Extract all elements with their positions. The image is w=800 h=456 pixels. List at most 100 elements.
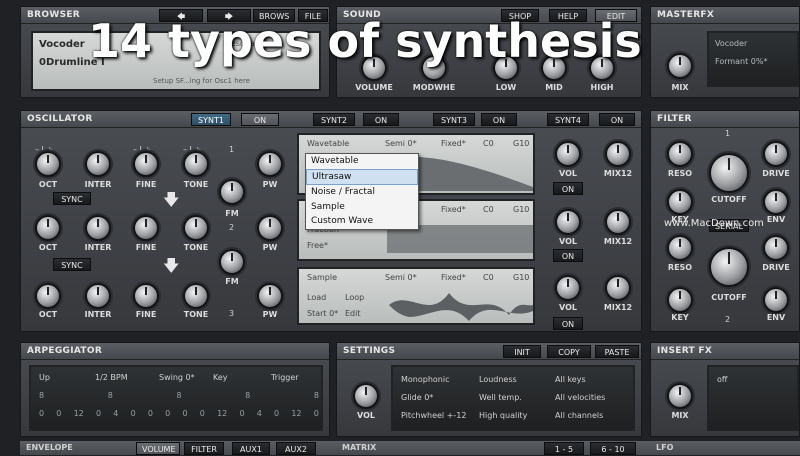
osc2-inter-knob[interactable] — [85, 215, 111, 241]
synth3-vol-knob[interactable] — [555, 275, 581, 301]
osc1-inter-knob[interactable] — [85, 151, 111, 177]
synth3-mix-knob[interactable] — [605, 275, 631, 301]
osc3-display[interactable]: Sample Semi 0* Fixed* C0 G10 Load Loop S… — [297, 267, 535, 325]
osc2-pw-knob[interactable] — [257, 215, 283, 241]
synth1-mix-knob[interactable] — [605, 141, 631, 167]
setting-loudness[interactable]: Loudness — [479, 375, 517, 384]
synth3-on-button[interactable]: ON — [481, 113, 517, 126]
arpeggiator-panel: ARPEGGIATOR Up 1/2 BPM Swing 0* Key Trig… — [20, 342, 330, 437]
tab-synth2[interactable]: SYNT2 — [313, 113, 355, 126]
osc1-tone-knob[interactable] — [183, 151, 209, 177]
arp-mode: Up — [39, 373, 50, 382]
filter1-key-knob[interactable] — [667, 189, 693, 215]
filter1-cutoff-knob[interactable] — [709, 153, 749, 193]
matrix-page-1-5[interactable]: 1 - 5 — [544, 442, 584, 455]
filter2-reso-knob[interactable] — [667, 235, 693, 261]
osc3-tone-knob[interactable] — [183, 283, 209, 309]
osc1-sync-button[interactable]: SYNC — [53, 192, 91, 205]
synth3-side-on-button[interactable]: ON — [553, 317, 583, 330]
filter2-key-knob[interactable] — [667, 287, 693, 313]
filter1-drive-label: DRIVE — [762, 169, 790, 178]
osc1-oct-knob[interactable] — [35, 151, 61, 177]
osc3-fine-knob[interactable] — [133, 283, 159, 309]
osc1-semi: Semi 0* — [385, 139, 417, 148]
osc2-sync-button[interactable]: SYNC — [53, 258, 91, 271]
setting-glide[interactable]: Glide 0* — [401, 393, 433, 402]
synth1-on-button[interactable]: ON — [241, 113, 279, 126]
osc2-fixed: Fixed* — [441, 205, 466, 214]
dropdown-item-sample[interactable]: Sample — [306, 200, 418, 215]
tab-synth1[interactable]: SYNT1 — [191, 113, 231, 126]
arp-step-cell: 0 — [56, 409, 62, 418]
dropdown-item-custom-wave[interactable]: Custom Wave — [306, 214, 418, 229]
osc3-oct-knob[interactable] — [35, 283, 61, 309]
filter1-drive-knob[interactable] — [763, 141, 789, 167]
arrow-down-icon: 🡇 — [163, 256, 180, 275]
synth4-on-button[interactable]: ON — [599, 113, 635, 126]
matrix-page-6-10[interactable]: 6 - 10 — [590, 442, 636, 455]
copy-button[interactable]: COPY — [547, 345, 591, 358]
filter2-drive-knob[interactable] — [763, 235, 789, 261]
arp-step-cell: 0 — [95, 409, 102, 418]
settings-vol-knob[interactable] — [353, 383, 379, 409]
osc3-loop[interactable]: Loop — [345, 293, 364, 302]
synth2-side-on-button[interactable]: ON — [553, 249, 583, 262]
tab-envelope-aux1[interactable]: AUX1 — [232, 442, 270, 455]
filter1-reso-knob[interactable] — [667, 141, 693, 167]
synth2-vol-knob[interactable] — [555, 209, 581, 235]
osc2-tone-knob[interactable] — [183, 215, 209, 241]
setting-velocities[interactable]: All velocities — [555, 393, 605, 402]
synth1-vol-knob[interactable] — [555, 141, 581, 167]
synth1-side-on-button[interactable]: ON — [553, 182, 583, 195]
osc2-oct-knob[interactable] — [35, 215, 61, 241]
tab-synth3[interactable]: SYNT3 — [433, 113, 475, 126]
fm2-knob[interactable] — [219, 249, 245, 275]
synth2-mix-knob[interactable] — [605, 209, 631, 235]
synth3-vol-label: VOL — [559, 303, 577, 312]
osc3-pw-knob[interactable] — [257, 283, 283, 309]
insertfx-display[interactable]: off — [707, 365, 799, 431]
arp-step-cell: 12 — [73, 409, 84, 418]
filter2-reso-label: RESO — [667, 263, 693, 272]
settings-display[interactable]: Monophonic Glide 0* Pitchwheel +-12 Loud… — [391, 365, 635, 431]
tab-envelope-aux2[interactable]: AUX2 — [276, 442, 316, 455]
osc2-number: 2 — [229, 223, 235, 232]
osc1-oct-label: OCT — [38, 180, 58, 189]
tab-envelope-volume[interactable]: VOLUME — [136, 442, 180, 455]
osc3-inter-knob[interactable] — [85, 283, 111, 309]
tab-synth4[interactable]: SYNT4 — [547, 113, 589, 126]
setting-channels[interactable]: All channels — [555, 411, 603, 420]
setting-quality[interactable]: High quality — [479, 411, 527, 420]
filter2-cutoff-knob[interactable] — [709, 247, 749, 287]
dropdown-item-wavetable[interactable]: Wavetable — [306, 154, 418, 169]
setting-pitchwheel[interactable]: Pitchwheel +-12 — [401, 411, 466, 420]
osc2-fine-knob[interactable] — [133, 215, 159, 241]
setting-keys[interactable]: All keys — [555, 375, 586, 384]
masterfx-mix-knob[interactable] — [667, 53, 693, 79]
osc2-free: Free* — [307, 241, 328, 250]
insertfx-mix-knob[interactable] — [667, 383, 693, 409]
osc3-load[interactable]: Load — [307, 293, 326, 302]
tab-envelope-filter[interactable]: FILTER — [184, 442, 224, 455]
osc1-fine-knob[interactable] — [133, 151, 159, 177]
osc3-edit[interactable]: Edit — [345, 309, 361, 318]
arpeggiator-display[interactable]: Up 1/2 BPM Swing 0* Key Trigger 8 8 8 8 … — [29, 365, 323, 431]
dropdown-item-ultrasaw[interactable]: Ultrasaw — [306, 168, 418, 185]
masterfx-display[interactable]: Vocoder Formant 0%* — [707, 31, 799, 87]
dropdown-item-noise[interactable]: Noise / Fractal — [306, 185, 418, 200]
synth2-on-button[interactable]: ON — [363, 113, 399, 126]
setting-temperament[interactable]: Well temp. — [479, 393, 522, 402]
osc1-c0: C0 — [483, 139, 494, 148]
arp-step-cell: 0 — [199, 409, 205, 418]
filter1-env-knob[interactable] — [763, 189, 789, 215]
oscillator-type-dropdown[interactable]: Wavetable Ultrasaw Noise / Fractal Sampl… — [305, 153, 419, 230]
synth1-mix-label: MIX12 — [603, 169, 633, 178]
init-button[interactable]: INIT — [503, 345, 541, 358]
filter2-env-knob[interactable] — [763, 287, 789, 313]
masterfx-mix-label: MIX — [671, 83, 689, 92]
fm1-knob[interactable] — [219, 179, 245, 205]
osc1-pw-knob[interactable] — [257, 151, 283, 177]
arp-step-cell: 12 — [291, 409, 302, 418]
setting-mono[interactable]: Monophonic — [401, 375, 450, 384]
paste-button[interactable]: PASTE — [595, 345, 639, 358]
